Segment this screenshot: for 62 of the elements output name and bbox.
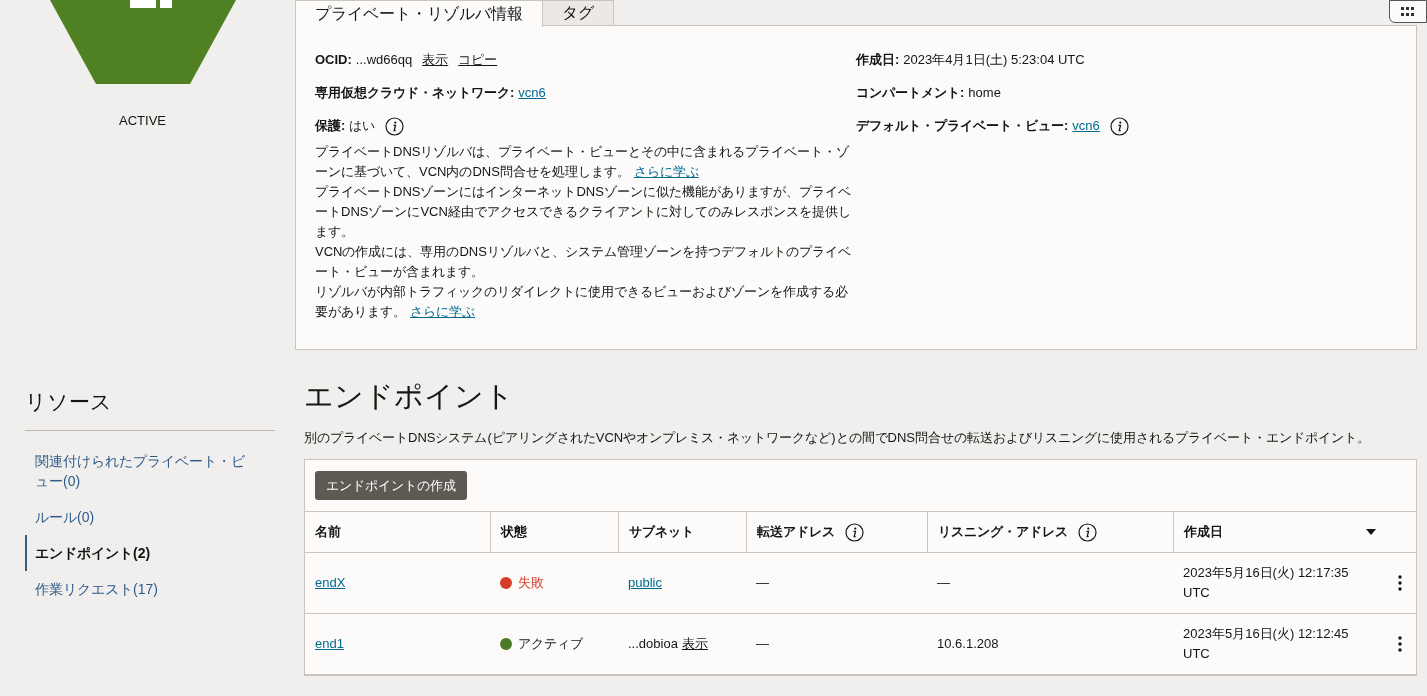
info-icon[interactable] bbox=[385, 116, 405, 136]
tab[interactable]: タグ bbox=[543, 0, 614, 26]
apps-grid-button[interactable] bbox=[1389, 0, 1427, 23]
grid-icon bbox=[1401, 6, 1415, 17]
subnet-link[interactable]: public bbox=[628, 575, 662, 591]
section-title: エンドポイント bbox=[304, 379, 515, 414]
section-description: 別のプライベートDNSシステム(ピアリングされたVCNやオンプレミス・ネットワークなど)との間でDNS問合せの転送およびリスニングに使用されるプライベート・エンドポイント。 bbox=[304, 429, 1371, 447]
sidebar-title: リソース bbox=[25, 378, 275, 431]
table-cell: 10.6.1.208 bbox=[927, 613, 1173, 675]
table-cell-text: 2023年5月16日(火) 12:17:35 UTC bbox=[1183, 564, 1350, 602]
detail-value: home bbox=[968, 84, 1001, 103]
detail-label: 専用仮想クラウド・ネットワーク: bbox=[315, 84, 515, 103]
column-header: 名前 bbox=[315, 523, 341, 542]
kebab-menu-button[interactable] bbox=[1398, 575, 1402, 591]
status-text: アクティブ bbox=[518, 635, 583, 654]
show-link[interactable]: 表示 bbox=[681, 636, 708, 652]
description-paragraph: プライベートDNSゾーンにはインターネットDNSゾーンに似た機能がありますが、プライベートDNSゾーンにVCN経由でアクセスできるクライアントに対してのみレスポンスを提供します。 bbox=[315, 183, 852, 241]
sidebar-item[interactable]: 作業リクエスト(17) bbox=[25, 570, 275, 607]
info-icon[interactable] bbox=[844, 522, 864, 542]
detail-link[interactable]: vcn6 bbox=[518, 83, 546, 103]
action-link[interactable]: 表示 bbox=[422, 50, 449, 70]
tab[interactable]: プライベート・リゾルバ情報 bbox=[295, 0, 543, 27]
learn-more-link[interactable]: さらに学ぶ bbox=[633, 164, 699, 179]
detail-label: 作成日: bbox=[856, 51, 900, 70]
create-endpoint-button[interactable]: エンドポイントの作成 bbox=[315, 471, 467, 500]
detail-label: デフォルト・プライベート・ビュー: bbox=[856, 117, 1069, 136]
subnet-id: ...dobioa bbox=[628, 636, 678, 652]
detail-value: ...wd66qq bbox=[355, 51, 413, 70]
table-cell-text: 2023年5月16日(火) 12:12:45 UTC bbox=[1183, 625, 1350, 663]
more-icon bbox=[1398, 575, 1402, 591]
table-cell: — bbox=[746, 613, 927, 675]
detail-label: コンパートメント: bbox=[856, 84, 965, 103]
more-icon bbox=[1398, 636, 1402, 652]
status-text: ACTIVE bbox=[119, 112, 166, 130]
sidebar-item[interactable]: 関連付けられたプライベート・ビュー(0) bbox=[25, 442, 275, 499]
detail-value: 2023年4月1日(土) 5:23:04 UTC bbox=[903, 51, 1085, 70]
resource-hexagon-icon bbox=[49, 0, 236, 84]
sidebar-item[interactable]: エンドポイント(2) bbox=[25, 534, 275, 571]
column-header: 作成日 bbox=[1183, 523, 1223, 542]
endpoint-name-link[interactable]: end1 bbox=[315, 636, 344, 652]
detail-label: 保護: bbox=[315, 117, 346, 136]
column-header: リスニング・アドレス bbox=[937, 523, 1068, 542]
column-header: 状態 bbox=[500, 523, 527, 542]
kebab-menu-button[interactable] bbox=[1398, 636, 1402, 652]
description-paragraph: プライベートDNSリゾルバは、プライベート・ビューとその中に含まれるプライベート・ゾーンに基づいて、VCN内のDNS問合せを処理します。 さらに学ぶ bbox=[315, 143, 851, 181]
detail-link[interactable]: vcn6 bbox=[1072, 116, 1100, 136]
description-paragraph: VCNの作成には、専用のDNSリゾルバと、システム管理ゾーンを持つデフォルトのプライベート・ビューが含まれます。 bbox=[315, 243, 852, 281]
table-cell: — bbox=[927, 552, 1173, 614]
action-link[interactable]: コピー bbox=[458, 50, 498, 70]
detail-label: OCID: bbox=[315, 51, 352, 70]
sidebar-item[interactable]: ルール(0) bbox=[25, 498, 275, 535]
endpoint-name-link[interactable]: endX bbox=[315, 575, 346, 591]
sort-icon[interactable] bbox=[1366, 529, 1376, 535]
info-icon[interactable] bbox=[1109, 116, 1129, 136]
info-icon[interactable] bbox=[1077, 522, 1097, 542]
column-header: サブネット bbox=[628, 523, 694, 542]
column-header: 転送アドレス bbox=[756, 523, 835, 542]
learn-more-link[interactable]: さらに学ぶ bbox=[410, 304, 475, 319]
description-paragraph: リゾルバが内部トラフィックのリダイレクトに使用できるビューおよびゾーンを作成する必要があります。 さらに学ぶ bbox=[315, 283, 849, 321]
table-cell: — bbox=[746, 552, 927, 614]
status-text: 失敗 bbox=[518, 574, 544, 593]
detail-value: はい bbox=[349, 117, 376, 136]
